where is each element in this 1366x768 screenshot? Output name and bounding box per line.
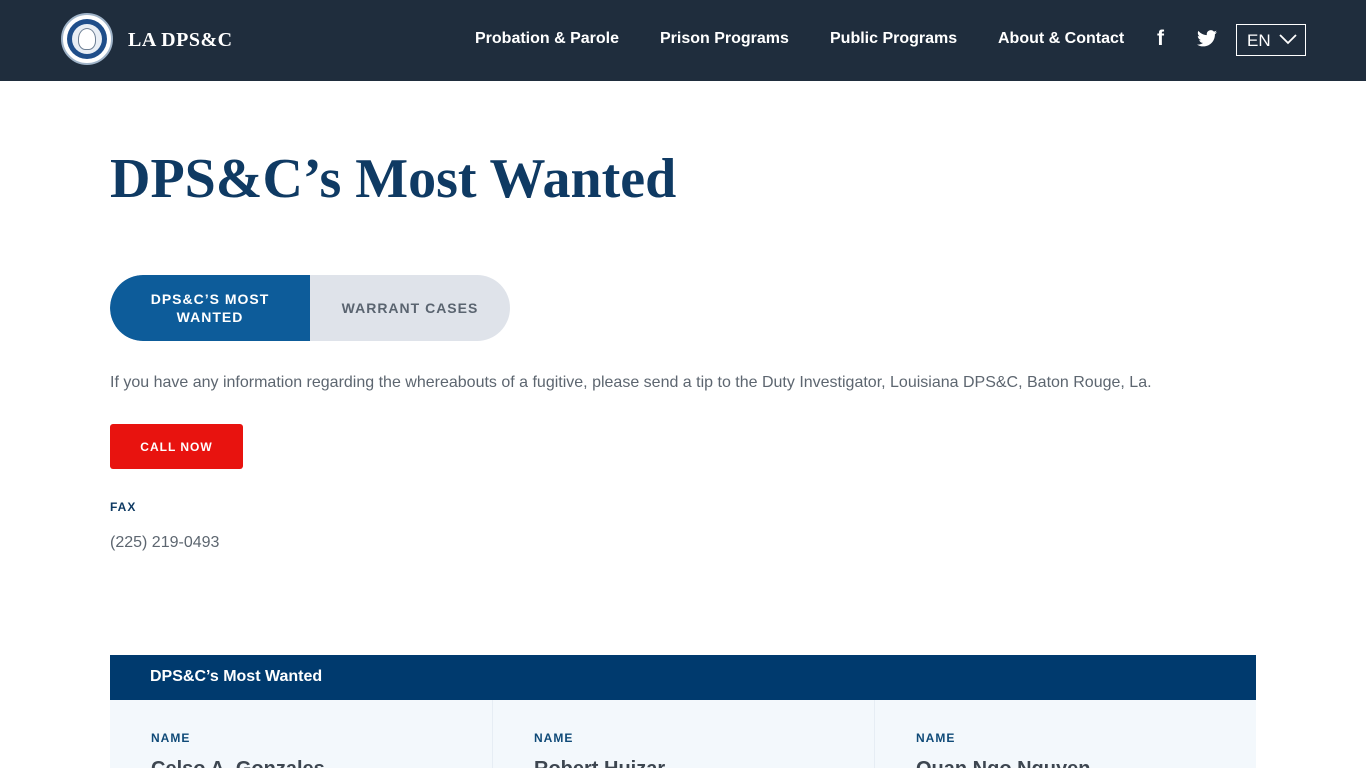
fax-label: FAX: [110, 500, 137, 514]
most-wanted-table-header: DPS&C’s Most Wanted: [110, 655, 1256, 700]
fugitive-name[interactable]: Robert Huizar: [534, 758, 665, 768]
name-label: NAME: [534, 731, 574, 745]
tab-warrant-cases[interactable]: WARRANT CASES: [310, 275, 510, 341]
fugitive-name[interactable]: Quan Ngo Nguyen: [916, 758, 1090, 768]
nav-probation-parole[interactable]: Probation & Parole: [475, 30, 619, 48]
top-navigation-bar: LA DPS&C Probation & Parole Prison Progr…: [0, 0, 1366, 81]
most-wanted-table-row: NAME Celso A. Gonzales NAME Robert Huiza…: [110, 700, 1256, 768]
pelican-icon: [79, 29, 95, 49]
fugitive-name[interactable]: Celso A. Gonzales: [151, 758, 325, 768]
twitter-icon[interactable]: [1197, 30, 1217, 47]
language-selector[interactable]: EN: [1236, 24, 1306, 56]
table-cell[interactable]: NAME Quan Ngo Nguyen: [874, 700, 1256, 768]
table-cell[interactable]: NAME Robert Huizar: [492, 700, 875, 768]
chevron-down-icon: [1279, 34, 1297, 45]
nav-about-contact[interactable]: About & Contact: [998, 30, 1124, 48]
page-title: DPS&C’s Most Wanted: [110, 148, 677, 210]
brand-name[interactable]: LA DPS&C: [128, 29, 233, 52]
state-seal-logo[interactable]: [61, 13, 113, 65]
nav-public-programs[interactable]: Public Programs: [830, 30, 957, 48]
tab-most-wanted[interactable]: DPS&C’S MOST WANTED: [110, 275, 310, 341]
fax-number: (225) 219-0493: [110, 534, 220, 551]
language-code: EN: [1247, 31, 1271, 50]
call-now-button[interactable]: CALL NOW: [110, 424, 243, 469]
name-label: NAME: [916, 731, 956, 745]
name-label: NAME: [151, 731, 191, 745]
table-title: DPS&C’s Most Wanted: [150, 668, 323, 685]
nav-prison-programs[interactable]: Prison Programs: [660, 30, 789, 48]
intro-text: If you have any information regarding th…: [110, 374, 1152, 391]
tab-switcher: DPS&C’S MOST WANTED WARRANT CASES: [110, 275, 510, 341]
table-cell[interactable]: NAME Celso A. Gonzales: [110, 700, 492, 768]
facebook-icon[interactable]: f: [1157, 28, 1171, 50]
